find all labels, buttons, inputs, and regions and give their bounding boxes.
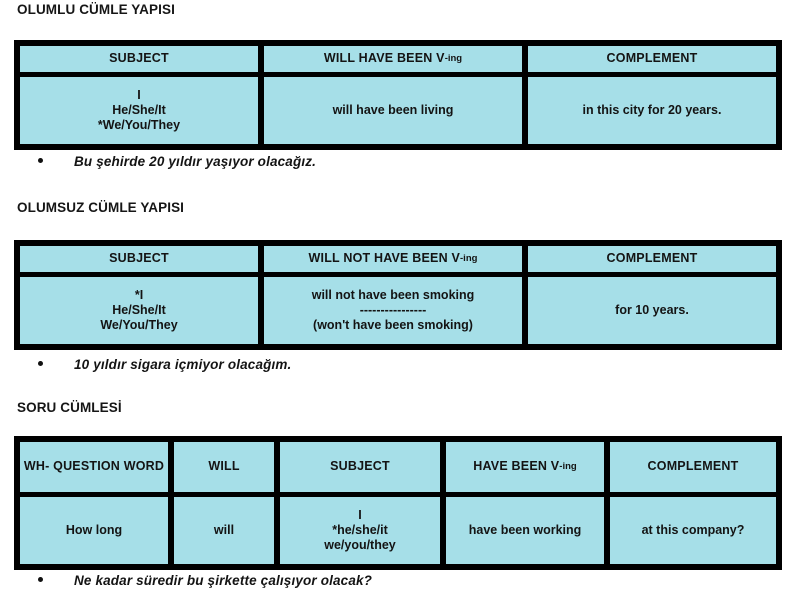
table-question: WH- QUESTION WORD WILL SUBJECT HAVE BEEN… <box>14 436 782 570</box>
verb-phrase-line: will have been living <box>332 102 454 117</box>
header-cell-subject: SUBJECT <box>20 46 258 72</box>
complement-line: in this city for 20 years. <box>582 102 722 117</box>
header-cell-will: WILL <box>174 442 274 492</box>
example-text: 10 yıldır sigara içmiyor olacağım. <box>74 357 292 372</box>
bullet-icon <box>38 158 43 163</box>
table-body-row: I He/She/It *We/You/They will have been … <box>20 77 776 144</box>
v-ing-subscript: -ing <box>460 253 478 265</box>
header-cell-subject: SUBJECT <box>20 246 258 272</box>
subject-line: He/She/It <box>112 302 166 317</box>
body-cell-verb-phrase: will not have been smoking -------------… <box>264 277 522 344</box>
complement-line: for 10 years. <box>615 302 689 317</box>
header-cell-verb-phrase: HAVE BEEN V -ing <box>446 442 604 492</box>
verb-phrase-divider: ---------------- <box>359 302 427 317</box>
body-cell-wh-question-word: How long <box>20 497 168 564</box>
subject-line: I <box>358 507 362 522</box>
complement-line: at this company? <box>641 522 745 537</box>
table-body-row: How long will I *he/she/it we/you/they h… <box>20 497 776 564</box>
table-body-row: *I He/She/It We/You/They will not have b… <box>20 277 776 344</box>
subject-line: I <box>137 87 141 102</box>
table-header-row: SUBJECT WILL HAVE BEEN V -ing COMPLEMENT <box>20 46 776 72</box>
table-header-row: WH- QUESTION WORD WILL SUBJECT HAVE BEEN… <box>20 442 776 492</box>
body-cell-complement: at this company? <box>610 497 776 564</box>
section-title-question: SORU CÜMLESİ <box>17 400 122 415</box>
header-cell-complement: COMPLEMENT <box>610 442 776 492</box>
v-ing-subscript: -ing <box>444 53 463 65</box>
v-ing-subscript: -ing <box>559 461 577 473</box>
header-cell-complement: COMPLEMENT <box>528 246 776 272</box>
will-line: will <box>213 522 235 537</box>
verb-phrase-line: have been working <box>468 522 582 537</box>
body-cell-will: will <box>174 497 274 564</box>
section-title-affirmative: OLUMLU CÜMLE YAPISI <box>17 2 175 17</box>
example-affirmative: Bu şehirde 20 yıldır yaşıyor olacağız. <box>38 154 316 169</box>
verb-phrase-contraction: (won't have been smoking) <box>313 318 473 333</box>
subject-line: We/You/They <box>100 318 178 333</box>
worksheet-page: OLUMLU CÜMLE YAPISI SUBJECT WILL HAVE BE… <box>0 0 799 594</box>
body-cell-complement: for 10 years. <box>528 277 776 344</box>
table-affirmative: SUBJECT WILL HAVE BEEN V -ing COMPLEMENT … <box>14 40 782 150</box>
subject-line: we/you/they <box>324 538 396 553</box>
header-cell-verb-phrase: WILL HAVE BEEN V -ing <box>264 46 522 72</box>
example-text: Bu şehirde 20 yıldır yaşıyor olacağız. <box>74 154 317 169</box>
wh-word-line: How long <box>65 522 123 537</box>
subject-line: He/She/It <box>112 102 166 117</box>
subject-line: *We/You/They <box>97 118 181 133</box>
body-cell-subject: I *he/she/it we/you/they <box>280 497 440 564</box>
body-cell-complement: in this city for 20 years. <box>528 77 776 144</box>
verb-phrase-line: will not have been smoking <box>311 287 475 302</box>
body-cell-subject: I He/She/It *We/You/They <box>20 77 258 144</box>
body-cell-verb-phrase: will have been living <box>264 77 522 144</box>
body-cell-verb-phrase: have been working <box>446 497 604 564</box>
subject-line: *he/she/it <box>332 522 388 537</box>
subject-line: *I <box>134 287 144 302</box>
header-cell-wh-question-word: WH- QUESTION WORD <box>20 442 168 492</box>
header-cell-subject: SUBJECT <box>280 442 440 492</box>
body-cell-subject: *I He/She/It We/You/They <box>20 277 258 344</box>
table-negative: SUBJECT WILL NOT HAVE BEEN V -ing COMPLEM… <box>14 240 782 350</box>
table-header-row: SUBJECT WILL NOT HAVE BEEN V -ing COMPLEM… <box>20 246 776 272</box>
example-negative: 10 yıldır sigara içmiyor olacağım. <box>38 357 291 372</box>
header-cell-complement: COMPLEMENT <box>528 46 776 72</box>
bullet-icon <box>38 361 43 366</box>
bullet-icon <box>38 577 43 582</box>
section-title-negative: OLUMSUZ CÜMLE YAPISI <box>17 200 185 215</box>
example-question: Ne kadar süredir bu şirkette çalışıyor o… <box>38 573 372 588</box>
header-cell-verb-phrase: WILL NOT HAVE BEEN V -ing <box>264 246 522 272</box>
example-text: Ne kadar süredir bu şirkette çalışıyor o… <box>74 573 373 588</box>
